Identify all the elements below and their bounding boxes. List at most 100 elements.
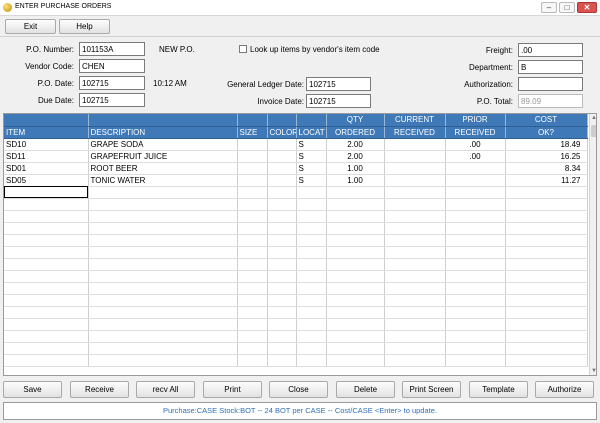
- locat-cell[interactable]: [296, 258, 327, 271]
- empty-table-row[interactable]: [4, 330, 588, 343]
- description-cell[interactable]: [88, 270, 238, 283]
- description-cell[interactable]: [88, 246, 238, 259]
- prior-received-cell[interactable]: [445, 318, 506, 331]
- received-cell[interactable]: [384, 174, 446, 187]
- description-cell[interactable]: [88, 258, 238, 271]
- received-cell[interactable]: [384, 138, 446, 151]
- col-header-locat[interactable]: LOCAT: [296, 126, 327, 139]
- description-cell[interactable]: [88, 282, 238, 295]
- prior-received-cell[interactable]: [445, 186, 506, 199]
- prior-received-cell[interactable]: [445, 234, 506, 247]
- color-cell[interactable]: [267, 282, 297, 295]
- received-cell[interactable]: [384, 246, 446, 259]
- locat-cell[interactable]: [296, 294, 327, 307]
- description-cell[interactable]: TONIC WATER: [88, 174, 238, 187]
- size-cell[interactable]: [237, 198, 268, 211]
- col-header-size[interactable]: SIZE: [237, 126, 268, 139]
- ordered-cell[interactable]: [326, 186, 385, 199]
- print-screen-button[interactable]: Print Screen: [402, 381, 461, 398]
- color-cell[interactable]: [267, 162, 297, 175]
- item-cell[interactable]: [4, 306, 89, 319]
- item-cell[interactable]: [4, 294, 89, 307]
- cost-cell[interactable]: [505, 258, 588, 271]
- received-cell[interactable]: [384, 162, 446, 175]
- ordered-cell[interactable]: [326, 306, 385, 319]
- locat-cell[interactable]: [296, 186, 327, 199]
- receive-button[interactable]: Receive: [70, 381, 129, 398]
- empty-table-row[interactable]: [4, 318, 588, 331]
- ordered-cell[interactable]: [326, 318, 385, 331]
- ordered-cell[interactable]: 2.00: [326, 150, 385, 163]
- cost-cell[interactable]: [505, 342, 588, 355]
- received-cell[interactable]: [384, 318, 446, 331]
- table-row[interactable]: SD01 ROOT BEER S 1.00 8.34: [4, 162, 588, 175]
- locat-cell[interactable]: S: [296, 138, 327, 151]
- locat-cell[interactable]: S: [296, 150, 327, 163]
- item-cell[interactable]: [4, 354, 89, 367]
- col-header-cost-ok[interactable]: OK?: [505, 126, 588, 139]
- prior-received-cell[interactable]: [445, 270, 506, 283]
- empty-table-row[interactable]: [4, 210, 588, 223]
- received-cell[interactable]: [384, 294, 446, 307]
- received-cell[interactable]: [384, 342, 446, 355]
- empty-table-row[interactable]: [4, 198, 588, 211]
- locat-cell[interactable]: [296, 330, 327, 343]
- color-cell[interactable]: [267, 210, 297, 223]
- delete-button[interactable]: Delete: [336, 381, 395, 398]
- description-cell[interactable]: [88, 306, 238, 319]
- received-cell[interactable]: [384, 282, 446, 295]
- empty-table-row[interactable]: [4, 306, 588, 319]
- ordered-cell[interactable]: 1.00: [326, 174, 385, 187]
- authorize-button[interactable]: Authorize: [535, 381, 594, 398]
- description-cell[interactable]: [88, 222, 238, 235]
- help-button[interactable]: Help: [59, 19, 110, 34]
- received-cell[interactable]: [384, 330, 446, 343]
- description-cell[interactable]: [88, 198, 238, 211]
- col-header-prior-received[interactable]: RECEIVED: [445, 126, 506, 139]
- description-cell[interactable]: [88, 234, 238, 247]
- color-cell[interactable]: [267, 222, 297, 235]
- color-cell[interactable]: [267, 354, 297, 367]
- description-cell[interactable]: [88, 294, 238, 307]
- ordered-cell[interactable]: [326, 198, 385, 211]
- cost-cell[interactable]: [505, 222, 588, 235]
- ordered-cell[interactable]: [326, 222, 385, 235]
- prior-received-cell[interactable]: .00: [445, 150, 506, 163]
- color-cell[interactable]: [267, 342, 297, 355]
- size-cell[interactable]: [237, 174, 268, 187]
- received-cell[interactable]: [384, 354, 446, 367]
- size-cell[interactable]: [237, 294, 268, 307]
- cost-cell[interactable]: 16.25: [505, 150, 588, 163]
- empty-table-row[interactable]: [4, 246, 588, 259]
- description-cell[interactable]: [88, 354, 238, 367]
- size-cell[interactable]: [237, 234, 268, 247]
- col-header-ordered[interactable]: ORDERED: [326, 126, 385, 139]
- item-cell[interactable]: SD01: [4, 162, 89, 175]
- item-cell[interactable]: SD10: [4, 138, 89, 151]
- prior-received-cell[interactable]: [445, 174, 506, 187]
- size-cell[interactable]: [237, 150, 268, 163]
- table-row[interactable]: SD10 GRAPE SODA S 2.00 .00 18.49: [4, 138, 588, 151]
- ordered-cell[interactable]: [326, 246, 385, 259]
- item-cell[interactable]: [4, 222, 89, 235]
- locat-cell[interactable]: [296, 234, 327, 247]
- ordered-cell[interactable]: [326, 354, 385, 367]
- item-cell[interactable]: SD11: [4, 150, 89, 163]
- item-cell[interactable]: [4, 234, 89, 247]
- empty-table-row[interactable]: [4, 270, 588, 283]
- cost-cell[interactable]: [505, 186, 588, 199]
- item-cell[interactable]: [4, 258, 89, 271]
- color-cell[interactable]: [267, 306, 297, 319]
- size-cell[interactable]: [237, 342, 268, 355]
- description-cell[interactable]: [88, 318, 238, 331]
- locat-cell[interactable]: [296, 306, 327, 319]
- ordered-cell[interactable]: [326, 294, 385, 307]
- size-cell[interactable]: [237, 330, 268, 343]
- cost-cell[interactable]: 8.34: [505, 162, 588, 175]
- empty-table-row[interactable]: [4, 258, 588, 271]
- empty-table-row[interactable]: [4, 294, 588, 307]
- print-button[interactable]: Print: [203, 381, 262, 398]
- authorization-field[interactable]: [518, 77, 583, 91]
- locat-cell[interactable]: S: [296, 162, 327, 175]
- locat-cell[interactable]: [296, 318, 327, 331]
